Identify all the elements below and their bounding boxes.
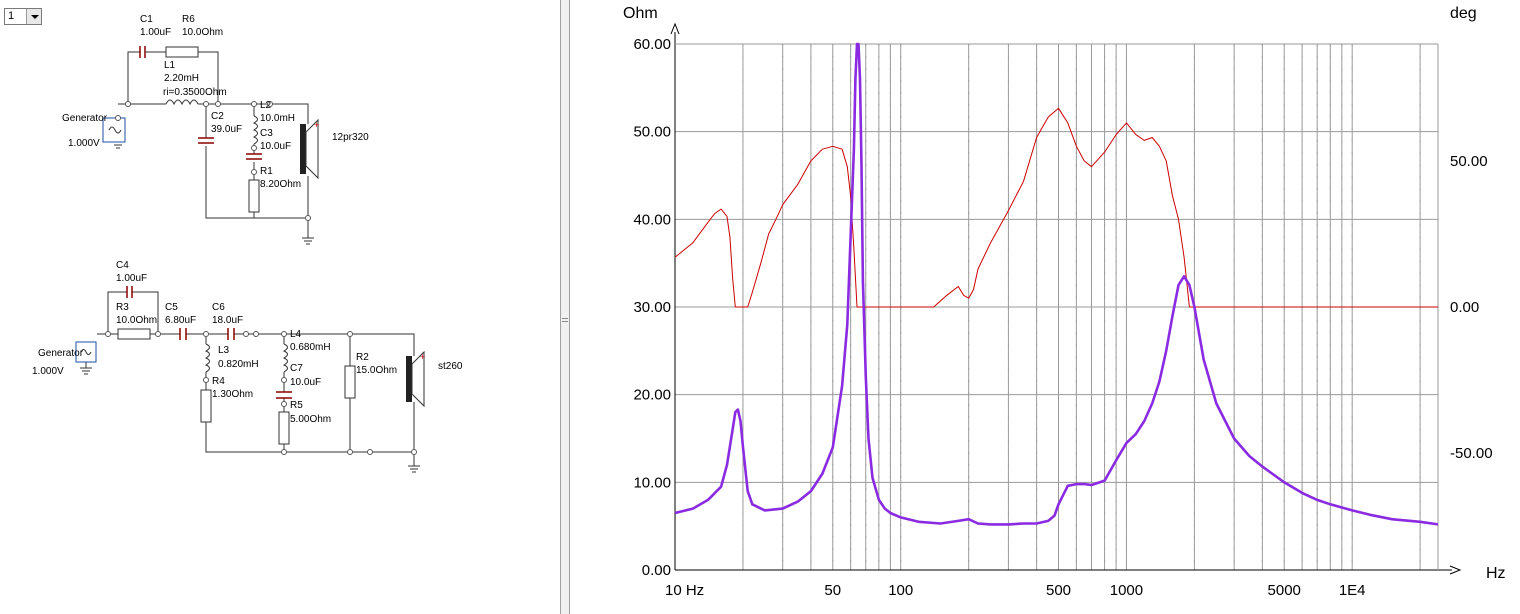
circuit-2: + C4 1.00uF R3 10.0Ohm C5 6.80uF C6 18.0… [32,260,463,473]
l1-name-label: L1 [164,60,176,71]
c3-value-label: 10.0uF [260,141,291,152]
c3-capacitor-icon [246,153,262,160]
y-left-tick-label: 0.00 [642,562,671,579]
c3-name-label: C3 [260,128,273,139]
l1-value-label: 2.20mH [164,73,199,84]
x-axis-label: Hz [1486,565,1506,582]
c6-value-label: 18.0uF [212,315,243,326]
y-right-tick-label: 0.00 [1450,299,1479,316]
x-tick-label: 500 [1046,582,1071,599]
r6-value-label: 10.0Ohm [182,27,223,38]
y-left-tick-label: 50.00 [633,124,671,141]
y-left-tick-label: 60.00 [633,36,671,53]
c2-capacitor-icon [198,137,214,144]
splitter-grip-icon [562,318,568,322]
r4-name-label: R4 [212,376,225,387]
l4-inductor-icon [282,343,288,373]
y-right-axis-label: deg [1450,5,1477,22]
l3-value-label: 0.820mH [218,359,259,370]
r1-value-label: 8.20Ohm [260,179,301,190]
c5-capacitor-icon [179,328,187,340]
phase-curve [674,107,1438,308]
l3-name-label: L3 [218,345,230,356]
y-right-tick-label: 50.00 [1450,153,1488,170]
l2-name-label: L2 [260,100,272,111]
l4-value-label: 0.680mH [290,342,331,353]
y-left-tick-label: 30.00 [633,299,671,316]
c4-name-label: C4 [116,260,129,271]
r5-resistor-icon [278,411,290,445]
speaker-2-label: st260 [438,361,463,372]
r3-resistor-icon [117,328,151,340]
l1-ri-label: ri=0.3500Ohm [163,87,227,98]
c7-name-label: C7 [290,363,303,374]
l2-value-label: 10.0mH [260,113,295,124]
l3-inductor-icon [204,343,210,373]
c1-name-label: C1 [140,14,153,25]
x-tick-label: 50 [824,582,841,599]
r4-value-label: 1.30Ohm [212,389,253,400]
impedance-curve [674,42,1439,526]
r2-resistor-icon [344,365,356,399]
r3-name-label: R3 [116,302,129,313]
svg-text:+: + [314,120,319,130]
generator-2-label: Generator [38,348,84,359]
generator-2-voltage: 1.000V [32,366,64,377]
c5-value-label: 6.80uF [165,315,196,326]
circuit-1: + C1 1.00uF R6 10.0Ohm L1 2.20mH ri=0.35… [62,14,369,245]
impedance-phase-chart: 0.00 10.00 20.00 30.00 40.00 50.00 60.00 -50.00… [623,5,1506,599]
r5-name-label: R5 [290,400,303,411]
x-tick-label: 1E4 [1339,582,1366,599]
l4-name-label: L4 [290,329,302,340]
c7-capacitor-icon [276,391,292,399]
c4-capacitor-icon [126,286,133,298]
r1-resistor-icon [248,179,260,213]
c6-name-label: C6 [212,302,225,313]
c4-value-label: 1.00uF [116,273,147,284]
r3-value-label: 10.0Ohm [116,315,157,326]
c2-name-label: C2 [211,111,224,122]
pane-splitter-handle[interactable] [560,0,570,614]
r4-resistor-icon [200,389,212,423]
c5-name-label: C5 [165,302,178,313]
r6-name-label: R6 [182,14,195,25]
x-tick-label: 10 Hz [665,582,704,599]
y-left-tick-label: 40.00 [633,211,671,228]
r5-value-label: 5.00Ohm [290,414,331,425]
speaker-2-icon: + [406,350,425,408]
schematic-pane[interactable]: 1 + C1 1.00uF R6 10.0Ohm L1 2.20mH ri=0.… [0,0,560,614]
r2-value-label: 15.0Ohm [356,365,397,376]
y-right-tick-label: -50.00 [1450,445,1493,462]
r2-name-label: R2 [356,352,369,363]
c2-value-label: 39.0uF [211,124,242,135]
generator-1-label: Generator [62,113,108,124]
generator-1-voltage: 1.000V [68,138,100,149]
c1-capacitor-icon [139,46,146,58]
y-left-tick-label: 20.00 [633,387,671,404]
y-left-axis-label: Ohm [623,5,658,22]
x-tick-label: 1000 [1110,582,1143,599]
svg-text:+: + [420,352,425,362]
c1-value-label: 1.00uF [140,27,171,38]
l1-inductor-icon [165,99,199,106]
c7-value-label: 10.0uF [290,377,321,388]
r6-resistor-icon [165,46,199,58]
speaker-1-label: 12pr320 [332,132,369,143]
c6-capacitor-icon [227,328,235,340]
y-left-tick-label: 10.00 [633,474,671,491]
schematic-canvas[interactable]: + C1 1.00uF R6 10.0Ohm L1 2.20mH ri=0.35… [0,0,560,614]
speaker-1-icon: + [300,118,319,180]
x-tick-label: 100 [888,582,913,599]
x-tick-label: 5000 [1268,582,1301,599]
l2-inductor-icon [252,115,258,145]
chart-pane[interactable]: 0.00 10.00 20.00 30.00 40.00 50.00 60.00 -50.00… [570,0,1520,614]
r1-name-label: R1 [260,166,273,177]
